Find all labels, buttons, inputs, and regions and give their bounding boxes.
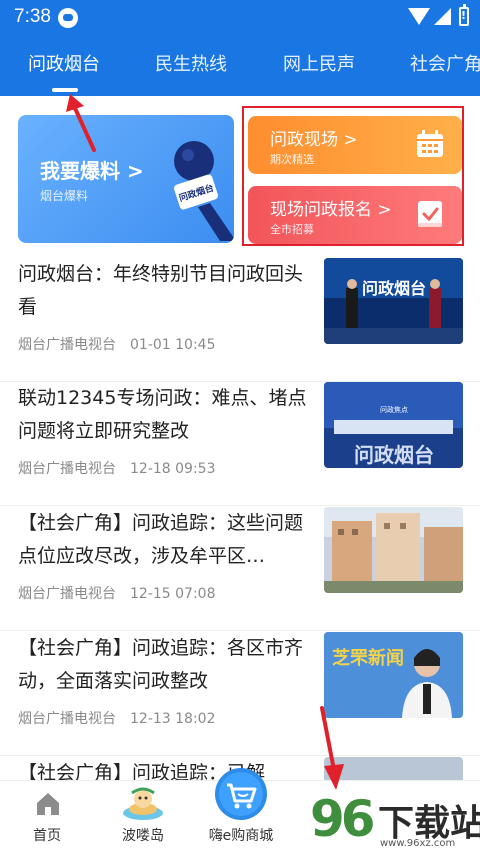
thumb-caption-small: 问政焦点 <box>380 405 408 414</box>
news-thumbnail: 芝罘新闻 <box>324 632 463 718</box>
battery-icon <box>459 4 469 26</box>
tab-shehui-guangjiao[interactable]: 社会广角 <box>410 50 480 76</box>
news-title: 【社会广角】问政追踪：各区市齐动，全面落实问政整改 <box>18 637 304 692</box>
thumb-caption: 问政烟台 <box>354 443 434 467</box>
tab-minsheng-rexian[interactable]: 民生热线 <box>155 50 227 76</box>
watermark-logo: 96 <box>310 790 376 848</box>
highlight-annotation-box <box>242 106 464 246</box>
news-item[interactable]: 【社会广角】问政追踪：这些问题点位应改尽改，涉及牟平区… 烟台广播电视台 12-1… <box>0 507 480 631</box>
news-time: 12-13 18:02 <box>130 711 216 727</box>
news-item[interactable]: 联动12345专场问政：难点、堵点问题将立即研究整改 烟台广播电视台 12-18 … <box>0 382 480 506</box>
cart-icon <box>215 768 267 820</box>
status-bar: 7:38 <box>0 0 480 36</box>
active-tab-indicator <box>52 88 78 92</box>
watermark-url: www.96xz.com <box>380 838 456 849</box>
thumb-caption: 芝罘新闻 <box>332 647 404 669</box>
nav-home[interactable]: 首页 <box>2 781 92 853</box>
nav-label: 波喽岛 <box>122 828 164 844</box>
report-banner-subtitle: 烟台爆料 <box>40 189 89 203</box>
nav-bolou-island[interactable]: 波喽岛 <box>98 781 188 853</box>
news-source: 烟台广播电视台 <box>18 711 116 727</box>
notification-app-icon <box>58 8 78 28</box>
nav-mall[interactable]: 嗨e购商城 <box>196 768 286 853</box>
news-item[interactable]: 问政烟台：年终特别节目问政回头看 烟台广播电视台 01-01 10:45 问政烟台 <box>0 258 480 382</box>
home-icon <box>37 793 59 815</box>
tab-wangshang-minsheng[interactable]: 网上民声 <box>283 50 355 76</box>
news-title: 联动12345专场问政：难点、堵点问题将立即研究整改 <box>18 387 307 442</box>
report-banner[interactable]: 我要爆料 > 烟台爆料 问政烟台 <box>18 115 234 243</box>
status-time: 7:38 <box>14 6 51 27</box>
news-thumbnail: 问政焦点 问政烟台 <box>324 382 463 468</box>
news-meta: 烟台广播电视台 01-01 10:45 <box>18 334 215 354</box>
site-watermark: 96 下载站 www.96xz.com <box>310 790 480 853</box>
news-meta: 烟台广播电视台 12-15 07:08 <box>18 583 215 603</box>
news-item[interactable]: 【社会广角】问政追踪：各区市齐动，全面落实问政整改 烟台广播电视台 12-13 1… <box>0 632 480 756</box>
news-time: 01-01 10:45 <box>130 337 216 353</box>
signal-icon <box>434 8 451 25</box>
news-meta: 烟台广播电视台 12-18 09:53 <box>18 458 215 478</box>
nav-label: 首页 <box>33 828 61 844</box>
island-icon <box>123 787 163 820</box>
nav-label: 嗨e购商城 <box>208 828 274 844</box>
news-time: 12-18 09:53 <box>130 461 216 477</box>
microphone-icon: 问政烟台 <box>174 141 234 241</box>
news-thumbnail: 问政烟台 <box>324 258 463 344</box>
news-title: 问政烟台：年终特别节目问政回头看 <box>18 263 304 318</box>
report-banner-title: 我要爆料 > <box>40 159 144 183</box>
channel-tabs: 问政烟台 民生热线 网上民声 社会广角 <box>0 44 480 88</box>
news-source: 烟台广播电视台 <box>18 337 116 353</box>
news-thumbnail <box>324 507 463 593</box>
news-source: 烟台广播电视台 <box>18 586 116 602</box>
tab-wenzheng-yantai[interactable]: 问政烟台 <box>28 50 100 76</box>
wifi-icon <box>408 8 430 25</box>
news-meta: 烟台广播电视台 12-13 18:02 <box>18 708 215 728</box>
news-source: 烟台广播电视台 <box>18 461 116 477</box>
top-bar: 7:38 问政烟台 民生热线 网上民声 社会广角 <box>0 0 480 96</box>
thumb-caption: 问政烟台 <box>362 279 426 298</box>
news-title: 【社会广角】问政追踪：这些问题点位应改尽改，涉及牟平区… <box>18 512 304 567</box>
news-time: 12-15 07:08 <box>130 586 216 602</box>
